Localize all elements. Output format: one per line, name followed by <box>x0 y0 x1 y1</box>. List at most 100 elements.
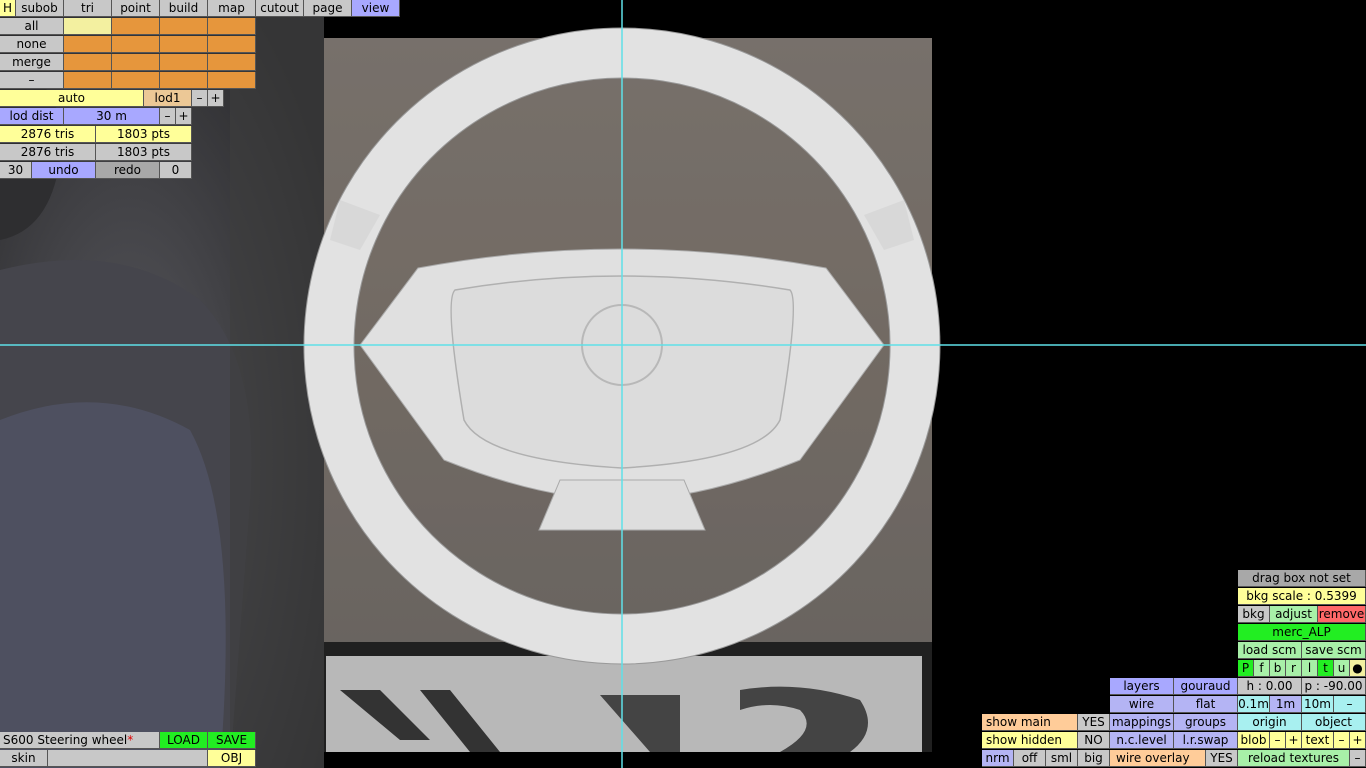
slot-cell[interactable] <box>64 54 112 71</box>
slot-cell[interactable] <box>112 18 160 35</box>
groups-button[interactable]: groups <box>1174 714 1238 731</box>
menu-h[interactable]: H <box>0 0 16 17</box>
lod-dist-minus-button[interactable]: – <box>160 108 176 125</box>
lod-minus-button[interactable]: – <box>192 90 208 107</box>
bkg-scale[interactable]: bkg scale : 0.5399 <box>1238 588 1366 605</box>
wire-overlay-value[interactable]: YES <box>1206 750 1238 767</box>
flag-r[interactable]: r <box>1286 660 1302 677</box>
sml-button[interactable]: sml <box>1046 750 1078 767</box>
grid-01m-button[interactable]: 0.1m <box>1238 696 1270 713</box>
flag-t[interactable]: t <box>1318 660 1334 677</box>
select-none-button[interactable]: none <box>0 36 64 53</box>
flat-button[interactable]: flat <box>1174 696 1238 713</box>
lod-level-button[interactable]: lod1 <box>144 90 192 107</box>
bkg-button[interactable]: bkg <box>1238 606 1270 623</box>
adjust-button[interactable]: adjust <box>1270 606 1318 623</box>
lod-dist-plus-button[interactable]: + <box>176 108 192 125</box>
tab-tri[interactable]: tri <box>64 0 112 17</box>
lr-swap-button[interactable]: l.r.swap <box>1174 732 1238 749</box>
slot-cell[interactable] <box>160 36 208 53</box>
slot-cell[interactable] <box>112 36 160 53</box>
show-hidden-label[interactable]: show hidden <box>982 732 1078 749</box>
viewport[interactable] <box>0 0 1366 768</box>
load-scm-button[interactable]: load scm <box>1238 642 1302 659</box>
tab-subob[interactable]: subob <box>16 0 64 17</box>
select-all-button[interactable]: all <box>0 18 64 35</box>
slot-cell[interactable] <box>64 36 112 53</box>
file-name[interactable]: S600 Steering wheel* <box>0 732 160 749</box>
slot-cell[interactable] <box>160 72 208 89</box>
show-main-label[interactable]: show main <box>982 714 1078 731</box>
save-button[interactable]: SAVE <box>208 732 256 749</box>
text-plus-button[interactable]: + <box>1350 732 1366 749</box>
show-hidden-value[interactable]: NO <box>1078 732 1110 749</box>
tris-total: 2876 tris <box>0 144 96 161</box>
slot-cell[interactable] <box>208 36 256 53</box>
dash-button[interactable]: – <box>0 72 64 89</box>
grid-minus-button[interactable]: – <box>1334 696 1366 713</box>
origin-button[interactable]: origin <box>1238 714 1302 731</box>
blob-label: blob <box>1238 732 1270 749</box>
undo-button[interactable]: undo <box>32 162 96 179</box>
lod-auto-button[interactable]: auto <box>0 90 144 107</box>
slot-cell[interactable] <box>64 72 112 89</box>
pts-count: 1803 pts <box>96 126 192 143</box>
slot-cell[interactable] <box>208 72 256 89</box>
texture-name[interactable]: merc_ALP <box>1238 624 1366 641</box>
slot-cell[interactable] <box>160 18 208 35</box>
show-main-value[interactable]: YES <box>1078 714 1110 731</box>
mappings-button[interactable]: mappings <box>1110 714 1174 731</box>
slot-cell[interactable] <box>112 54 160 71</box>
reload-textures-button[interactable]: reload textures <box>1238 750 1350 767</box>
lod-dist-label: lod dist <box>0 108 64 125</box>
pitch-value[interactable]: p : -90.00 <box>1302 678 1366 695</box>
dot-icon[interactable]: ● <box>1350 660 1366 677</box>
tab-point[interactable]: point <box>112 0 160 17</box>
grid-10m-button[interactable]: 10m <box>1302 696 1334 713</box>
wire-overlay-label[interactable]: wire overlay <box>1110 750 1206 767</box>
text-minus-button[interactable]: – <box>1334 732 1350 749</box>
slot-cell[interactable] <box>112 72 160 89</box>
lod-plus-button[interactable]: + <box>208 90 224 107</box>
slot-cell[interactable] <box>160 54 208 71</box>
slot-cell[interactable] <box>208 54 256 71</box>
file-name-text: S600 Steering wheel <box>3 733 128 747</box>
off-button[interactable]: off <box>1014 750 1046 767</box>
slot-cell[interactable] <box>64 18 112 35</box>
reload-minus-button[interactable]: – <box>1350 750 1366 767</box>
slot-cell[interactable] <box>208 18 256 35</box>
gouraud-button[interactable]: gouraud <box>1174 678 1238 695</box>
object-button[interactable]: object <box>1302 714 1366 731</box>
nc-level-button[interactable]: n.c.level <box>1110 732 1174 749</box>
drag-box-status: drag box not set <box>1238 570 1366 587</box>
flag-p[interactable]: P <box>1238 660 1254 677</box>
flag-u[interactable]: u <box>1334 660 1350 677</box>
redo-button[interactable]: redo <box>96 162 160 179</box>
merge-button[interactable]: merge <box>0 54 64 71</box>
layers-button[interactable]: layers <box>1110 678 1174 695</box>
nrm-button[interactable]: nrm <box>982 750 1014 767</box>
skin-field[interactable] <box>48 750 208 767</box>
heading-value[interactable]: h : 0.00 <box>1238 678 1302 695</box>
grid-1m-button[interactable]: 1m <box>1270 696 1302 713</box>
lod-dist-value[interactable]: 30 m <box>64 108 160 125</box>
tab-view[interactable]: view <box>352 0 400 17</box>
remove-button[interactable]: remove <box>1318 606 1366 623</box>
undo-count: 30 <box>0 162 32 179</box>
flag-b[interactable]: b <box>1270 660 1286 677</box>
redo-count: 0 <box>160 162 192 179</box>
blob-plus-button[interactable]: + <box>1286 732 1302 749</box>
big-button[interactable]: big <box>1078 750 1110 767</box>
tab-cutout[interactable]: cutout <box>256 0 304 17</box>
load-button[interactable]: LOAD <box>160 732 208 749</box>
tab-map[interactable]: map <box>208 0 256 17</box>
blob-minus-button[interactable]: – <box>1270 732 1286 749</box>
text-label: text <box>1302 732 1334 749</box>
save-scm-button[interactable]: save scm <box>1302 642 1366 659</box>
tab-build[interactable]: build <box>160 0 208 17</box>
flag-f[interactable]: f <box>1254 660 1270 677</box>
obj-button[interactable]: OBJ <box>208 750 256 767</box>
tab-page[interactable]: page <box>304 0 352 17</box>
wire-button[interactable]: wire <box>1110 696 1174 713</box>
flag-l[interactable]: l <box>1302 660 1318 677</box>
